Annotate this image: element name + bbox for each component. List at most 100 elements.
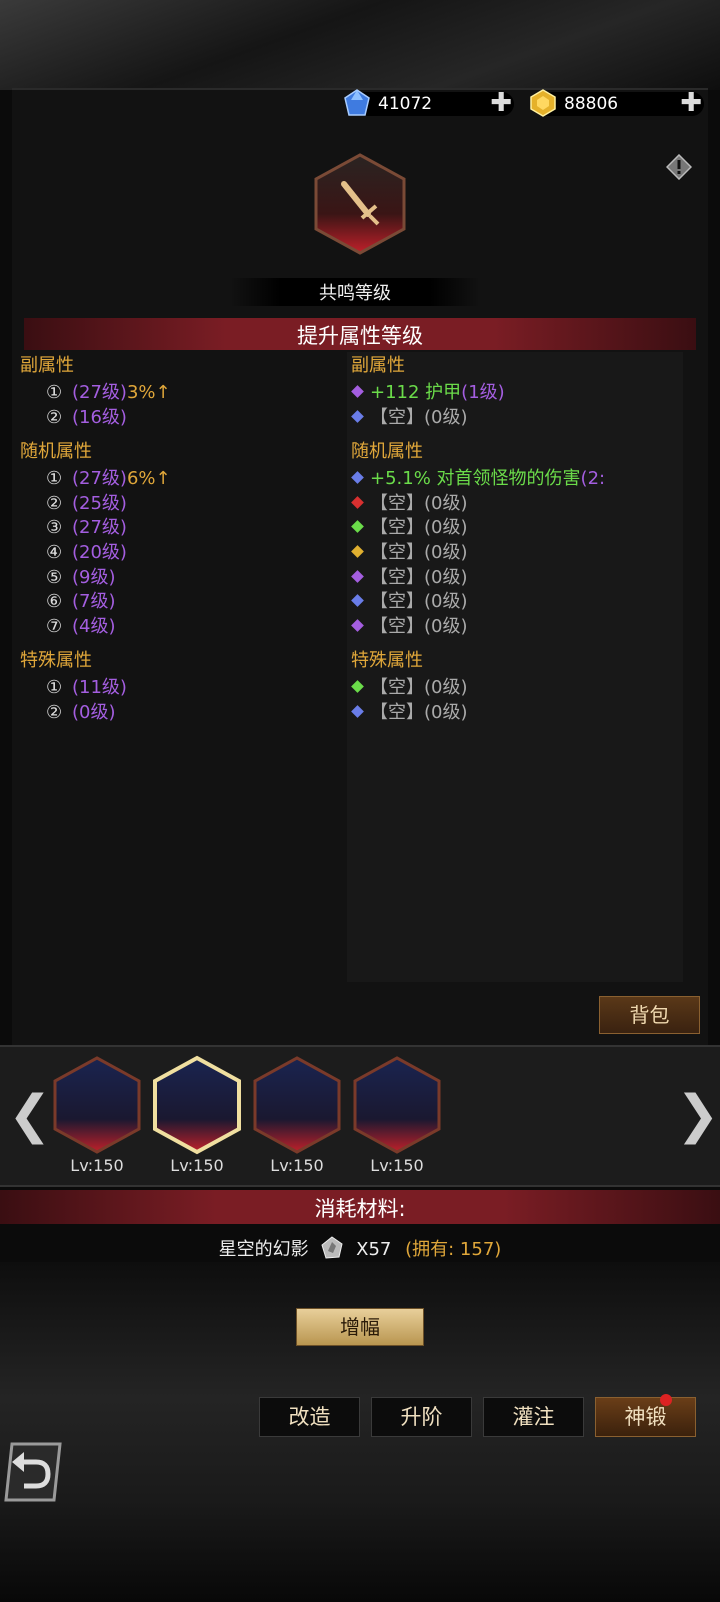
attribute-value: 【空】 (370, 517, 424, 539)
attribute-level: (0级) (424, 701, 468, 723)
attribute-row: ④ (20级) (46, 538, 171, 563)
diamond-bullet-icon (351, 705, 364, 718)
attribute-slot-row: 【空】(0级) (351, 587, 625, 612)
attribute-level: (11级) (72, 677, 127, 699)
attribute-level: (0级) (424, 406, 468, 428)
attribute-level: (0级) (424, 615, 468, 637)
material-count: X57 (356, 1239, 392, 1260)
left-attribute-list: 副属性 ① (27级)3%↑ ② (16级) 随机属性 ① (27级)6%↑ ② (25级)… (20, 351, 171, 723)
attribute-row: ② (0级) (46, 698, 171, 723)
diamond-bullet-icon (351, 385, 364, 398)
row-number: ② (46, 406, 63, 428)
add-diamond-button[interactable]: ✚ (490, 90, 512, 116)
diamond-bullet-icon (351, 618, 364, 632)
attribute-level: (0级) (424, 591, 468, 613)
attribute-value: 【空】 (370, 591, 424, 613)
attribute-level: (0级) (424, 566, 468, 588)
attribute-value: +112 护甲 (370, 382, 462, 403)
sword-icon (314, 153, 406, 255)
star-shard-icon (321, 1236, 343, 1259)
gold-currency: 88806 ✚ (530, 89, 704, 117)
attribute-slot-row: 【空】(0级) (351, 538, 625, 563)
attribute-level: (0级) (424, 492, 468, 514)
attribute-level: (0级) (424, 517, 468, 539)
row-number: ② (46, 701, 63, 723)
gold-amount: 88806 (564, 94, 619, 114)
row-number: ① (46, 382, 63, 403)
attribute-row: ③ (27级) (46, 513, 171, 538)
attribute-row: ② (16级) (46, 403, 171, 428)
attribute-row: ① (27级)3%↑ (46, 378, 171, 403)
modify-button[interactable]: 改造 (259, 1397, 360, 1437)
horn-icon[interactable] (351, 1055, 443, 1155)
section-title: 特殊属性 (351, 650, 423, 672)
add-gold-button[interactable]: ✚ (680, 90, 702, 116)
equipment-level: Lv:150 (170, 1156, 224, 1175)
attribute-level: (0级) (72, 701, 116, 723)
blue-gem-icon (344, 89, 370, 116)
attribute-value: 【空】 (370, 566, 424, 588)
diamond-bullet-icon (351, 680, 364, 694)
attribute-slot-row: 【空】(0级) (351, 612, 625, 637)
attribute-slot-row: 【空】(0级) (351, 513, 625, 538)
chevron-right-icon[interactable]: ❯ (676, 1085, 720, 1145)
diamond-bullet-icon (351, 520, 364, 534)
section-title: 随机属性 (20, 441, 92, 463)
section-title: 随机属性 (351, 441, 423, 463)
chevron-left-icon[interactable]: ❮ (8, 1085, 52, 1145)
scythe-icon[interactable] (51, 1055, 143, 1155)
curved-blade-icon[interactable] (151, 1055, 243, 1155)
bag-button[interactable]: 背包 (599, 996, 700, 1034)
attribute-level: (4级) (72, 615, 116, 637)
diamond-bullet-icon (351, 594, 364, 608)
material-name: 星空的幻影 (218, 1239, 309, 1260)
divine-forge-button[interactable]: 神锻 (595, 1397, 696, 1437)
diamond-bullet-icon (351, 471, 364, 485)
attribute-level: (9级) (72, 566, 116, 588)
row-number: ⑦ (46, 615, 63, 637)
equipment-level: Lv:150 (70, 1156, 124, 1175)
attribute-value: 【空】 (370, 406, 424, 428)
attribute-level: (27级) (72, 468, 127, 490)
attribute-level: (7级) (72, 591, 116, 613)
attribute-level: (16级) (72, 406, 127, 428)
info-icon[interactable] (666, 154, 692, 180)
attribute-row: ② (25级) (46, 489, 171, 514)
gold-gem-icon (530, 89, 556, 117)
attribute-level: (25级) (72, 492, 127, 514)
upgrade-attribute-title: 提升属性等级 (297, 324, 423, 348)
attribute-level: (20级) (72, 541, 127, 563)
attribute-row: ⑦ (4级) (46, 612, 171, 637)
material-owned: (拥有: 157) (405, 1239, 502, 1260)
notification-dot (660, 1394, 672, 1406)
back-icon[interactable] (2, 1440, 64, 1504)
amplify-button[interactable]: 增幅 (296, 1308, 424, 1346)
diamond-bullet-icon (351, 545, 364, 558)
attribute-level: (1级) (461, 382, 505, 403)
infuse-button[interactable]: 灌注 (483, 1397, 584, 1437)
material-title: 消耗材料: (314, 1197, 406, 1221)
advance-button[interactable]: 升阶 (371, 1397, 472, 1437)
row-number: ⑤ (46, 566, 63, 588)
row-number: ④ (46, 541, 63, 563)
attribute-value: 【空】 (370, 492, 424, 514)
right-attribute-list: 副属性 +112 护甲(1级) 【空】(0级) 随机属性 +5.1% 对首领怪物的… (351, 351, 625, 723)
section-title: 副属性 (351, 355, 405, 376)
attribute-level: (0级) (424, 541, 468, 563)
attribute-value: 【空】 (370, 677, 424, 699)
attribute-slot-row: +5.1% 对首领怪物的伤害(2: (351, 464, 625, 489)
material-line: 星空的幻影 X57 (拥有: 157) (0, 1235, 720, 1261)
row-number: ① (46, 677, 63, 699)
attribute-slot-row: 【空】(0级) (351, 489, 625, 514)
diamond-bullet-icon (351, 569, 364, 583)
row-number: ② (46, 492, 63, 514)
spear-icon[interactable] (251, 1055, 343, 1155)
top-background (0, 0, 720, 90)
diamond-amount: 41072 (378, 94, 433, 114)
section-title: 特殊属性 (20, 650, 92, 672)
attribute-level: (27级) (72, 517, 127, 539)
attribute-level: (27级) (72, 382, 127, 403)
equipment-level: Lv:150 (370, 1156, 424, 1175)
attribute-value: 【空】 (370, 701, 424, 723)
attribute-value: 【空】 (370, 541, 424, 563)
